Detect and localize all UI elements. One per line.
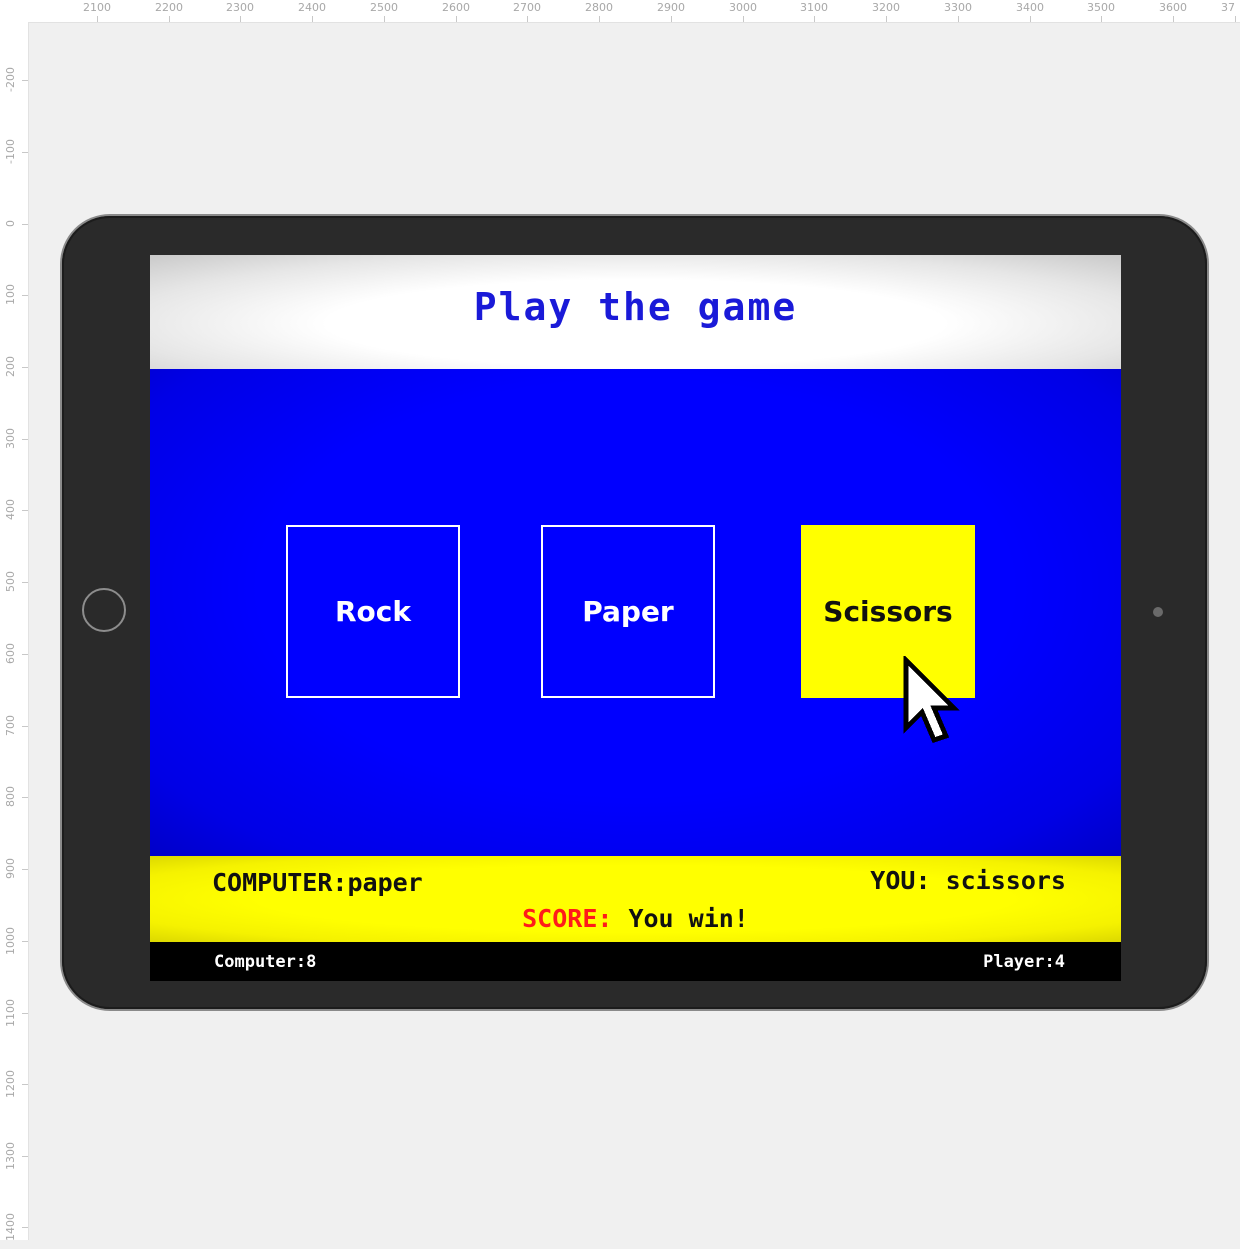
- ruler-label: 1000: [4, 927, 17, 955]
- computer-total: Computer:8: [214, 952, 316, 972]
- ruler-label: 2700: [513, 1, 541, 14]
- ruler-label: -100: [4, 139, 17, 165]
- ruler-label: 100: [4, 284, 17, 306]
- ruler-label: 500: [4, 571, 17, 593]
- computer-choice-display: COMPUTER:paper: [212, 868, 423, 897]
- computer-choice-label: COMPUTER:: [212, 868, 348, 897]
- game-header: Play the game: [150, 255, 1121, 369]
- ruler-label: 3500: [1087, 1, 1115, 14]
- camera-icon: [1153, 607, 1163, 617]
- ruler-label: 200: [4, 356, 17, 378]
- ruler-label: 2100: [83, 1, 111, 14]
- ruler-label: 3100: [800, 1, 828, 14]
- game-screen: Play the game Rock Paper Scissors COMPUT…: [150, 255, 1121, 981]
- ruler-label: 700: [4, 715, 17, 737]
- score-result: You win!: [628, 904, 749, 933]
- player-total: Player:4: [983, 952, 1065, 972]
- result-bar: COMPUTER:paper YOU: scissors SCORE: You w…: [150, 856, 1121, 942]
- score-label: SCORE:: [522, 904, 613, 933]
- arrow-cursor-icon: [903, 656, 960, 743]
- ruler-label: -200: [4, 67, 17, 93]
- ruler-label: 400: [4, 499, 17, 521]
- tablet-frame: Play the game Rock Paper Scissors COMPUT…: [62, 216, 1207, 1009]
- player-choice-label: YOU:: [870, 866, 931, 895]
- ruler-label: 0: [4, 220, 17, 228]
- ruler-label: 3400: [1016, 1, 1044, 14]
- paper-button[interactable]: Paper: [541, 525, 715, 698]
- ruler-label: 2400: [298, 1, 326, 14]
- computer-total-label: Computer:: [214, 952, 307, 972]
- ruler-label: 2800: [585, 1, 613, 14]
- player-choice-value: scissors: [945, 866, 1066, 895]
- ruler-label: 37: [1221, 1, 1235, 14]
- computer-choice-value: paper: [347, 868, 423, 897]
- ruler-label: 3600: [1159, 1, 1187, 14]
- ruler-label: 2900: [657, 1, 685, 14]
- score-line: SCORE: You win!: [150, 904, 1121, 933]
- ruler-label: 900: [4, 858, 17, 880]
- page-title: Play the game: [473, 285, 798, 329]
- ruler-left: -200 -100 0 100 200 300 400 500 600 700 …: [0, 22, 29, 1241]
- player-total-value: 4: [1054, 952, 1065, 972]
- player-choice-display: YOU: scissors: [870, 866, 1066, 895]
- ruler-label: 300: [4, 428, 17, 450]
- rock-button[interactable]: Rock: [286, 525, 460, 698]
- ruler-label: 2200: [155, 1, 183, 14]
- computer-total-value: 8: [306, 952, 317, 972]
- ruler-label: 2300: [226, 1, 254, 14]
- ruler-label: 3300: [944, 1, 972, 14]
- ruler-label: 1100: [4, 999, 17, 1027]
- ruler-top: 2100 2200 2300 2400 2500 2600 2700 2800 …: [0, 0, 1240, 23]
- ruler-label: 3000: [729, 1, 757, 14]
- score-footer: Computer:8 Player:4: [150, 942, 1121, 981]
- ruler-label: 1400: [4, 1213, 17, 1241]
- ruler-label: 800: [4, 786, 17, 808]
- play-area: Rock Paper Scissors: [150, 369, 1121, 856]
- player-total-label: Player:: [983, 952, 1055, 972]
- ruler-label: 2600: [442, 1, 470, 14]
- ruler-label: 3200: [872, 1, 900, 14]
- ruler-label: 600: [4, 643, 17, 665]
- ruler-label: 1200: [4, 1070, 17, 1098]
- ruler-label: 1300: [4, 1142, 17, 1170]
- ruler-label: 2500: [370, 1, 398, 14]
- home-button-icon[interactable]: [82, 588, 126, 632]
